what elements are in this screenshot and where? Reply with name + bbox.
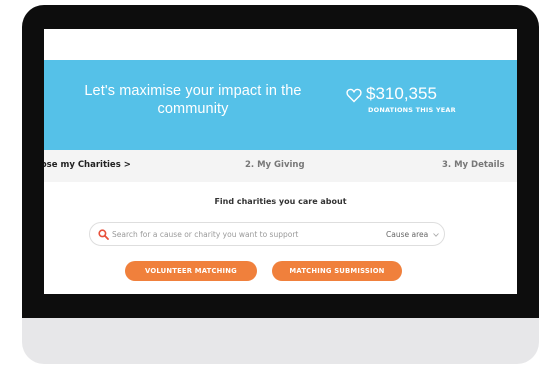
matching-submission-button[interactable]: MATCHING SUBMISSION (272, 261, 402, 281)
hero-banner: Let's maximise your impact in the commun… (44, 60, 517, 150)
step-choose-charities[interactable]: oose my Charities > (44, 160, 131, 170)
charity-search-bar[interactable]: Cause area (89, 222, 445, 246)
cause-area-select[interactable]: Cause area (386, 230, 428, 239)
top-bar (44, 29, 517, 60)
donations-value: $310,355 (366, 84, 437, 103)
monitor-chin (22, 318, 539, 364)
step-my-details[interactable]: 3. My Details (442, 160, 505, 170)
hero-headline: Let's maximise your impact in the commun… (84, 83, 302, 117)
step-my-giving[interactable]: 2. My Giving (245, 160, 305, 170)
chevron-down-icon[interactable] (433, 233, 439, 237)
volunteer-matching-button[interactable]: VOLUNTEER MATCHING (125, 261, 257, 281)
browser-screen: Let's maximise your impact in the commun… (44, 29, 517, 294)
search-input[interactable] (112, 227, 362, 241)
find-charities-title: Find charities you care about (214, 197, 347, 206)
search-icon (98, 229, 109, 240)
heart-icon (346, 88, 362, 103)
step-nav: oose my Charities > 2. My Giving 3. My D… (44, 150, 517, 182)
donations-label: DONATIONS THIS YEAR (368, 106, 456, 114)
